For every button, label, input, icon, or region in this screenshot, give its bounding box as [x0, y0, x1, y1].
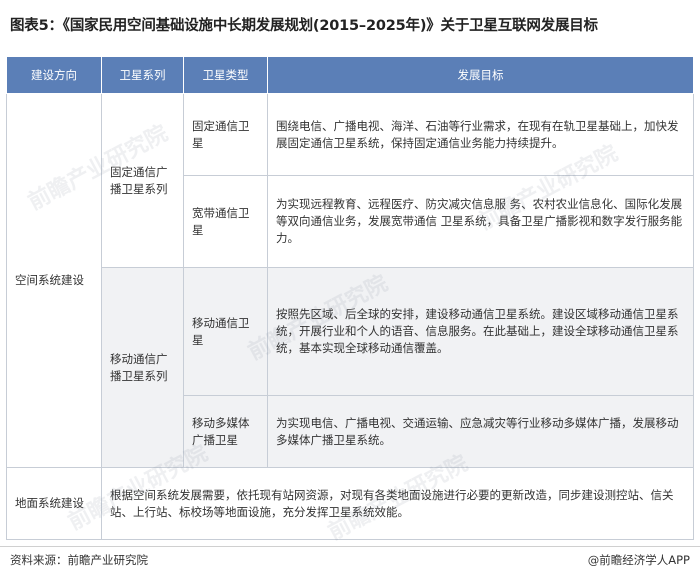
table-row: 空间系统建设 固定通信广播卫星系列 固定通信卫星 围绕电信、广播电视、海洋、石油… [6, 93, 694, 468]
type-multimedia: 移动多媒体广播卫星 [183, 395, 268, 468]
footer-divider [0, 546, 700, 547]
table-row: 地面系统建设 根据空间系统发展需要，依托现有站网资源，对现有各类地面设施进行必要… [6, 467, 694, 540]
type-broadband: 宽带通信卫星 [183, 175, 268, 268]
header-direction: 建设方向 [6, 56, 102, 94]
header-type: 卫星类型 [183, 56, 268, 94]
header-series: 卫星系列 [101, 56, 184, 94]
header-goal: 发展目标 [267, 56, 694, 94]
series-mobile: 移动通信广播卫星系列 [101, 267, 184, 468]
direction-space: 空间系统建设 [6, 93, 102, 468]
figure-title: 图表5：《国家民用空间基础设施中长期发展规划(2015–2025年)》关于卫星互… [10, 18, 598, 34]
table-row: 移动通信广播卫星系列 移动通信卫星 按照先区域、后全球的安排，建设移动通信卫星系… [7, 267, 694, 468]
goal-mobile-comm: 按照先区域、后全球的安排，建设移动通信卫星系统。建设区域移动通信卫星系统，开展行… [267, 267, 694, 396]
goal-ground: 根据空间系统发展需要，依托现有站网资源，对现有各类地面设施进行必要的更新改造，同… [101, 467, 694, 540]
goal-fixed-comm: 围绕电信、广播电视、海洋、石油等行业需求，在现有在轨卫星基础上，加快发展固定通信… [267, 93, 694, 176]
goals-table: 建设方向 卫星系列 卫星类型 发展目标 空间系统建设 固定通信广播卫星系列 固定… [6, 56, 694, 544]
table-header-row: 建设方向 卫星系列 卫星类型 发展目标 [6, 56, 694, 94]
direction-ground: 地面系统建设 [6, 467, 102, 540]
goal-broadband: 为实现远程教育、远程医疗、防灾减灾信息服 务、农村农业信息化、国际化发展等双向通… [267, 175, 694, 268]
goal-multimedia: 为实现电信、广播电视、交通运输、应急减灾等行业移动多媒体广播，发展移动多媒体广播… [267, 395, 694, 468]
type-mobile-comm: 移动通信卫星 [183, 267, 268, 396]
source-note: 资料来源：前瞻产业研究院 [10, 553, 148, 567]
brand-label: @前瞻经济学人APP [587, 553, 690, 567]
type-fixed-comm: 固定通信卫星 [183, 93, 268, 176]
series-fixed: 固定通信广播卫星系列 [101, 93, 184, 268]
